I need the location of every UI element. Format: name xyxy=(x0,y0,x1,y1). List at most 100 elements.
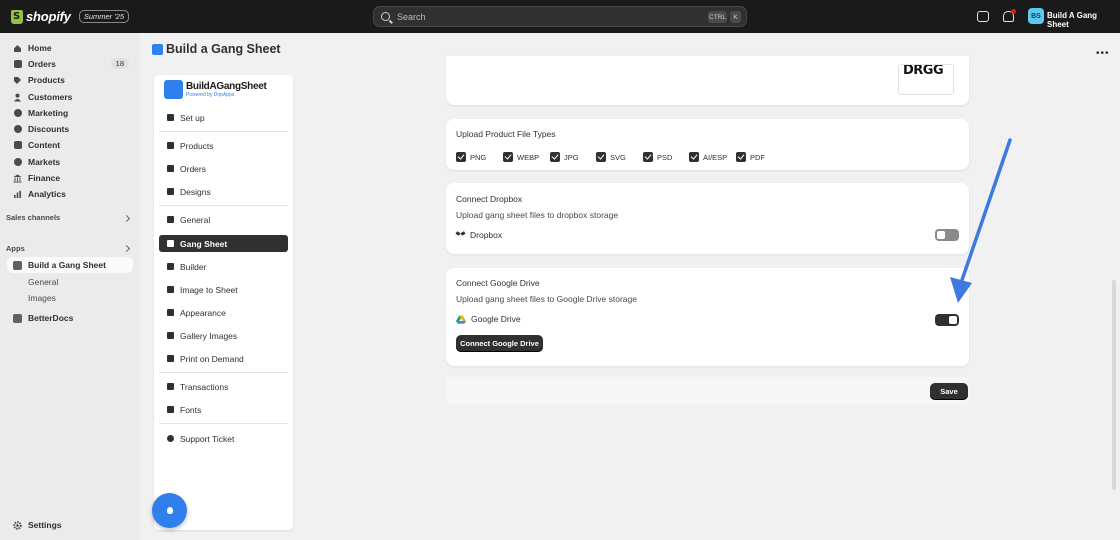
divider xyxy=(159,372,288,373)
app-nav-fonts[interactable]: Fonts xyxy=(159,401,288,418)
store-icon[interactable] xyxy=(977,11,989,22)
droplet-icon xyxy=(166,507,173,514)
app-nav-label: Support Ticket xyxy=(180,433,235,444)
sidebar-item-label: Orders xyxy=(28,59,56,69)
logo-subtitle: Powered by DripApps xyxy=(186,92,235,98)
app-nav-gang-sheet[interactable]: Gang Sheet xyxy=(159,235,288,252)
app-nav-image-to-sheet[interactable]: Image to Sheet xyxy=(159,281,288,298)
sidebar-item-finance[interactable]: Finance xyxy=(7,170,133,186)
search-input[interactable]: Search CTRL K xyxy=(373,6,747,27)
checkbox-checked-icon[interactable] xyxy=(596,152,606,162)
app-nav-products[interactable]: Products xyxy=(159,137,288,154)
tools-icon xyxy=(167,263,174,270)
sidebar-item-label: Customers xyxy=(28,92,73,102)
app-nav-appearance[interactable]: Appearance xyxy=(159,304,288,321)
top-bar: shopify Summer '25 Search CTRL K BS Buil… xyxy=(0,0,1120,33)
divider xyxy=(159,131,288,132)
sidebar-item-customers[interactable]: Customers xyxy=(7,89,133,105)
save-bar: Save xyxy=(446,377,969,404)
checkbox-checked-icon[interactable] xyxy=(736,152,746,162)
help-chat-button[interactable] xyxy=(152,493,187,528)
sidebar-item-discounts[interactable]: Discounts xyxy=(7,121,133,137)
sidebar: Home Orders 18 Products Customers Market… xyxy=(0,33,140,540)
store-name[interactable]: Build A Gang Sheet xyxy=(1047,11,1120,29)
sales-channels-heading[interactable]: Sales channels xyxy=(6,213,60,222)
sidebar-item-label: Discounts xyxy=(28,124,70,134)
filetype-ai-esp[interactable]: AI/ESP xyxy=(689,152,727,162)
home-icon xyxy=(167,216,174,223)
app-nav-orders[interactable]: Orders xyxy=(159,160,288,177)
sidebar-item-marketing[interactable]: Marketing xyxy=(7,105,133,121)
chevron-right-icon[interactable] xyxy=(122,214,131,223)
sidebar-item-analytics[interactable]: Analytics xyxy=(7,186,133,202)
app-logo: BuildAGangSheet Powered by DripApps xyxy=(164,80,267,99)
app-nav-label: General xyxy=(180,214,211,225)
sidebar-item-home[interactable]: Home xyxy=(7,40,133,56)
filetype-jpg[interactable]: JPG xyxy=(550,152,579,162)
avatar[interactable]: BS xyxy=(1028,8,1044,24)
filetype-label: SVG xyxy=(610,152,626,162)
filetype-svg[interactable]: SVG xyxy=(596,152,626,162)
filetype-pdf[interactable]: PDF xyxy=(736,152,765,162)
app-nav-general[interactable]: General xyxy=(159,211,288,228)
sidebar-subitem-general[interactable]: General xyxy=(28,277,58,287)
sidebar-item-build-a-gang-sheet[interactable]: Build a Gang Sheet xyxy=(7,257,133,273)
chevron-right-icon[interactable] xyxy=(122,244,131,253)
edition-badge[interactable]: Summer '25 xyxy=(78,10,130,23)
more-actions-icon[interactable]: ••• xyxy=(1096,48,1110,59)
checkbox-checked-icon[interactable] xyxy=(689,152,699,162)
app-nav-print-on-demand[interactable]: Print on Demand xyxy=(159,350,288,367)
checkbox-checked-icon[interactable] xyxy=(643,152,653,162)
image-icon xyxy=(167,286,174,293)
filetype-webp[interactable]: WEBP xyxy=(503,152,539,162)
app-nav-support-ticket[interactable]: Support Ticket xyxy=(159,430,288,447)
preview-image: DRGG xyxy=(898,64,954,95)
app-nav-transactions[interactable]: Transactions xyxy=(159,378,288,395)
notification-badge xyxy=(1011,9,1016,14)
sidebar-item-label: Build a Gang Sheet xyxy=(28,260,106,270)
home-icon xyxy=(13,44,22,53)
filetype-psd[interactable]: PSD xyxy=(643,152,672,162)
sidebar-item-markets[interactable]: Markets xyxy=(7,154,133,170)
checkbox-checked-icon[interactable] xyxy=(503,152,513,162)
app-nav-designs[interactable]: Designs xyxy=(159,183,288,200)
checkbox-checked-icon[interactable] xyxy=(456,152,466,162)
app-nav-label: Appearance xyxy=(180,307,226,318)
google-drive-toggle[interactable] xyxy=(935,314,959,326)
help-icon xyxy=(167,435,174,442)
app-nav-label: Gang Sheet xyxy=(180,238,228,249)
orders-icon xyxy=(13,60,22,69)
app-nav-label: Designs xyxy=(180,186,211,197)
bank-icon xyxy=(13,174,22,183)
tag-icon xyxy=(167,142,174,149)
sidebar-item-content[interactable]: Content xyxy=(7,137,133,153)
app-nav-label: Orders xyxy=(180,163,206,174)
content-icon xyxy=(13,141,22,150)
preview-card: DRGG xyxy=(446,56,969,105)
app-icon xyxy=(13,313,22,323)
app-nav-gallery-images[interactable]: Gallery Images xyxy=(159,327,288,344)
page-header: Build a Gang Sheet xyxy=(152,42,281,56)
save-button[interactable]: Save xyxy=(930,383,968,400)
sidebar-item-settings[interactable]: Settings xyxy=(7,517,133,533)
app-nav-set-up[interactable]: Set up xyxy=(159,109,288,126)
sidebar-item-label: Analytics xyxy=(28,189,66,199)
sidebar-item-betterdocs[interactable]: BetterDocs xyxy=(7,310,133,326)
connect-google-drive-button[interactable]: Connect Google Drive xyxy=(456,335,543,352)
dropbox-title: Connect Dropbox xyxy=(456,194,523,204)
globe-icon xyxy=(13,158,22,167)
checkbox-checked-icon[interactable] xyxy=(550,152,560,162)
dropbox-label: Dropbox xyxy=(470,230,503,240)
scrollbar[interactable] xyxy=(1112,280,1116,490)
sidebar-item-label: Content xyxy=(28,140,61,150)
app-nav-builder[interactable]: Builder xyxy=(159,258,288,275)
sidebar-item-products[interactable]: Products xyxy=(7,72,133,88)
shopify-logo[interactable]: shopify Summer '25 xyxy=(11,9,130,24)
target-icon xyxy=(13,109,22,118)
logo-text: BuildAGangSheet xyxy=(186,81,267,92)
filetype-png[interactable]: PNG xyxy=(456,152,486,162)
google-drive-title: Connect Google Drive xyxy=(456,278,540,288)
sidebar-item-orders[interactable]: Orders 18 xyxy=(7,56,133,72)
apps-heading[interactable]: Apps xyxy=(6,244,25,253)
sidebar-subitem-images[interactable]: Images xyxy=(28,293,56,303)
